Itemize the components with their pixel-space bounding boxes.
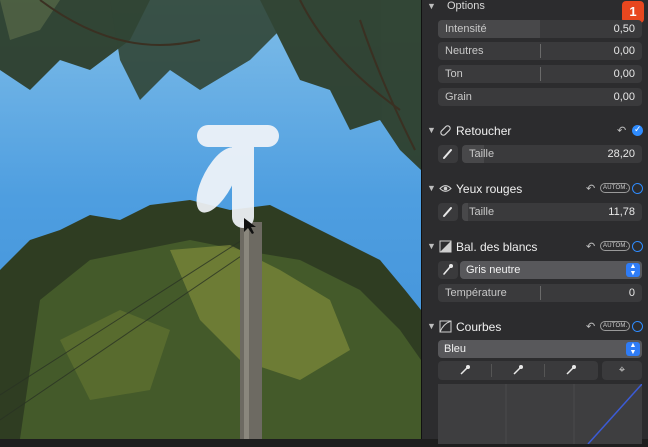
photo-canvas[interactable] (0, 0, 421, 439)
white-balance-enable-toggle[interactable] (632, 241, 643, 252)
curves-enable-toggle[interactable] (632, 321, 643, 332)
photo-image (0, 0, 421, 439)
white-point-eyedropper-icon[interactable] (544, 363, 597, 380)
slider-intensite[interactable]: Intensité 0,50 (438, 20, 642, 38)
slider-neutres[interactable]: Neutres 0,00 (438, 42, 642, 60)
gray-point-eyedropper-icon[interactable] (491, 363, 544, 380)
slider-value[interactable]: 0,50 (614, 23, 635, 35)
updown-icon: ▲ ▼ (626, 263, 640, 277)
auto-button[interactable]: AUTOM. (600, 241, 631, 251)
slider-ton[interactable]: Ton 0,00 (438, 65, 642, 83)
undo-icon[interactable]: ↶ (617, 124, 626, 137)
white-balance-mode-select[interactable]: Gris neutre ▲ ▼ (460, 261, 642, 279)
red-eye-title: Yeux rouges (456, 182, 523, 196)
white-balance-icon (439, 240, 452, 253)
slider-label: Température (445, 287, 507, 299)
red-eye-brush-button[interactable] (438, 203, 458, 221)
white-balance-eyedropper-button[interactable] (438, 261, 458, 279)
curves-icon (439, 320, 452, 333)
slider-center-tick (540, 286, 541, 300)
chevron-down-icon[interactable]: ▼ (427, 183, 436, 193)
slider-label: Intensité (445, 23, 487, 35)
slider-label: Taille (469, 148, 495, 160)
white-balance-title: Bal. des blancs (456, 240, 538, 254)
slider-value[interactable]: 0 (629, 287, 635, 299)
chevron-down-icon[interactable]: ▼ (427, 241, 436, 251)
slider-value[interactable]: 0,00 (614, 91, 635, 103)
slider-value[interactable]: 0,00 (614, 68, 635, 80)
options-header[interactable]: ▼ Options (422, 0, 648, 18)
slider-grain[interactable]: Grain 0,00 (438, 88, 642, 106)
slider-value[interactable]: 0,00 (614, 45, 635, 57)
retouch-size-slider[interactable]: Taille 28,20 (462, 145, 642, 163)
red-eye-size-slider[interactable]: Taille 11,78 (462, 203, 642, 221)
curve-graph[interactable] (438, 383, 643, 445)
red-eye-section-header[interactable]: ▼ Yeux rouges ↶ AUTOM. (422, 180, 648, 200)
retouch-section-header[interactable]: ▼ Retoucher ↶ (422, 122, 648, 142)
slider-label: Neutres (445, 45, 484, 57)
updown-icon: ▲ ▼ (626, 342, 640, 356)
chevron-down-icon[interactable]: ▼ (427, 1, 436, 11)
retouch-enable-toggle[interactable] (632, 124, 643, 136)
slider-center-tick (540, 44, 541, 58)
retouch-brush-button[interactable] (438, 145, 458, 163)
slider-label: Taille (469, 206, 495, 218)
undo-icon[interactable]: ↶ (586, 320, 595, 333)
curves-channel-select[interactable]: Bleu ▲ ▼ (438, 340, 642, 358)
auto-button[interactable]: AUTOM. (600, 183, 631, 193)
red-eye-enable-toggle[interactable] (632, 183, 643, 194)
auto-button[interactable]: AUTOM. (600, 321, 631, 331)
undo-icon[interactable]: ↶ (586, 182, 595, 195)
slider-label: Ton (445, 68, 463, 80)
brush-icon (443, 149, 452, 159)
curves-title: Courbes (456, 320, 502, 334)
crosshair-icon[interactable]: ⌖ (602, 361, 642, 380)
eyedropper-icon (443, 264, 453, 275)
temperature-slider[interactable]: Température 0 (438, 284, 642, 302)
select-value: Bleu (444, 343, 467, 355)
retouch-title: Retoucher (456, 124, 512, 138)
slider-value[interactable]: 28,20 (607, 148, 635, 160)
options-title: Options (447, 0, 485, 12)
bandage-icon (440, 125, 451, 136)
slider-label: Grain (445, 91, 472, 103)
curve-line (505, 383, 643, 445)
slider-value[interactable]: 11,78 (608, 206, 635, 218)
curves-section-header[interactable]: ▼ Courbes ↶ AUTOM. (422, 318, 648, 338)
curves-eyedropper-group (438, 361, 598, 380)
eye-icon (439, 185, 452, 192)
black-point-eyedropper-icon[interactable] (438, 363, 491, 380)
adjustments-panel: ▼ Options 1 Intensité 0,50 Neutres 0,00 … (421, 0, 648, 445)
select-value: Gris neutre (466, 264, 521, 276)
chevron-down-icon[interactable]: ▼ (427, 125, 436, 135)
undo-icon[interactable]: ↶ (586, 240, 595, 253)
chevron-down-icon[interactable]: ▼ (427, 321, 436, 331)
white-balance-section-header[interactable]: ▼ Bal. des blancs ↶ AUTOM. (422, 238, 648, 258)
slider-center-tick (540, 67, 541, 81)
slider-fill (462, 203, 468, 221)
brush-icon (443, 207, 452, 217)
